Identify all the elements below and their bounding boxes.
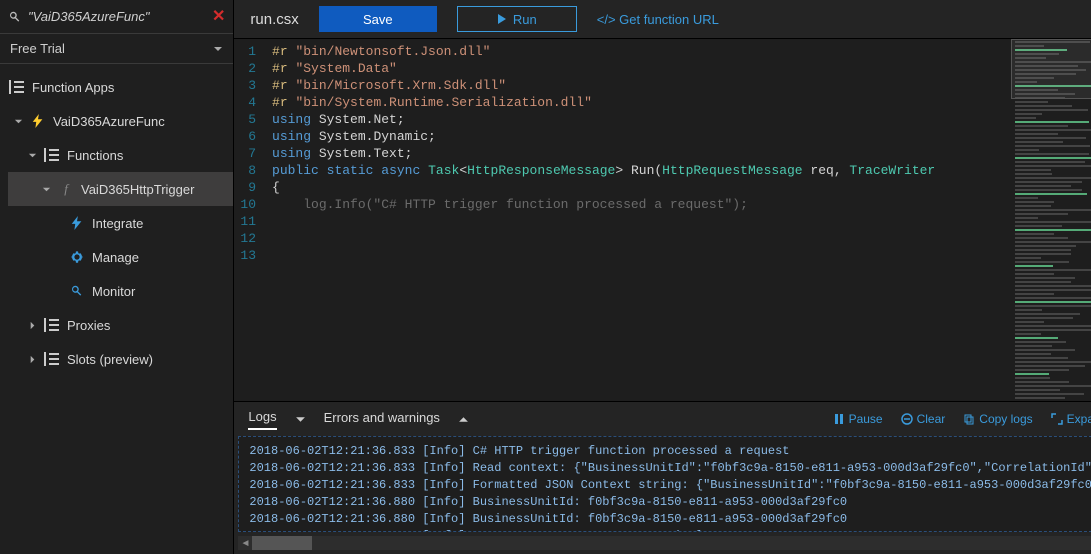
run-label: Run	[513, 12, 537, 27]
function-apps-root[interactable]: Function Apps	[8, 70, 233, 104]
code-editor[interactable]: 12345678910111213 #r "bin/Newtonsoft.Jso…	[234, 38, 1091, 402]
search-icon	[8, 10, 22, 24]
caret-right-icon	[28, 355, 37, 364]
search-input[interactable]	[28, 9, 206, 24]
chevron-down-icon[interactable]	[295, 414, 306, 425]
search-bar: ✕	[0, 0, 233, 34]
slots-label: Slots (preview)	[67, 352, 153, 367]
minimap-viewport[interactable]	[1011, 39, 1091, 99]
pause-button[interactable]: Pause	[833, 412, 883, 426]
copy-icon	[963, 413, 975, 425]
horizontal-scrollbar[interactable]: ◄ ►	[238, 536, 1091, 550]
expand-label: Expand	[1067, 412, 1091, 426]
minimap[interactable]	[1011, 39, 1091, 401]
list-icon	[9, 80, 25, 94]
caret-down-icon	[14, 117, 23, 126]
list-icon	[44, 148, 60, 162]
bolt-icon	[29, 112, 47, 130]
scroll-left-arrow[interactable]: ◄	[238, 536, 252, 550]
logs-toolbar: Logs Errors and warnings Pause Clear Cop…	[234, 402, 1091, 436]
clear-label: Clear	[917, 412, 946, 426]
play-icon	[497, 14, 507, 24]
manage-label: Manage	[92, 250, 139, 265]
caret-right-icon	[28, 321, 37, 330]
errors-tab[interactable]: Errors and warnings	[324, 410, 440, 429]
proxies-label: Proxies	[67, 318, 110, 333]
functions-node[interactable]: Functions	[8, 138, 233, 172]
trigger-node[interactable]: f VaiD365HttpTrigger	[8, 172, 233, 206]
caret-down-icon	[42, 185, 51, 194]
monitor-label: Monitor	[92, 284, 135, 299]
monitor-node[interactable]: Monitor	[8, 274, 233, 308]
logs-tab[interactable]: Logs	[248, 409, 276, 430]
integrate-node[interactable]: Integrate	[8, 206, 233, 240]
bolt-icon	[68, 214, 86, 232]
sidebar: ✕ Free Trial Function Apps VaiD365AzureF…	[0, 0, 234, 554]
line-gutter: 12345678910111213	[234, 39, 266, 401]
save-button[interactable]: Save	[319, 6, 437, 32]
app-node[interactable]: VaiD365AzureFunc	[8, 104, 233, 138]
editor-toolbar: run.csx Save Run </> Get function URL	[234, 0, 1091, 38]
filename-label: run.csx	[250, 11, 298, 28]
subscription-label: Free Trial	[10, 41, 65, 56]
integrate-label: Integrate	[92, 216, 143, 231]
function-tree: Function Apps VaiD365AzureFunc Functions…	[0, 64, 233, 376]
functions-label: Functions	[67, 148, 123, 163]
main-area: run.csx Save Run </> Get function URL 12…	[234, 0, 1091, 554]
subscription-selector[interactable]: Free Trial	[0, 34, 233, 64]
function-apps-label: Function Apps	[32, 80, 114, 95]
scrollbar-thumb[interactable]	[252, 536, 312, 550]
proxies-node[interactable]: Proxies	[8, 308, 233, 342]
chevron-down-icon	[213, 44, 223, 54]
app-label: VaiD365AzureFunc	[53, 114, 165, 129]
code-body[interactable]: #r "bin/Newtonsoft.Json.dll"#r "System.D…	[266, 39, 1011, 401]
list-icon	[44, 318, 60, 332]
pause-icon	[833, 413, 845, 425]
clear-button[interactable]: Clear	[901, 412, 946, 426]
logs-output[interactable]: 2018-06-02T12:21:36.833 [Info] C# HTTP t…	[238, 436, 1091, 532]
manage-node[interactable]: Manage	[8, 240, 233, 274]
caret-down-icon	[28, 151, 37, 160]
copy-logs-button[interactable]: Copy logs	[963, 412, 1032, 426]
list-icon	[44, 352, 60, 366]
slots-node[interactable]: Slots (preview)	[8, 342, 233, 376]
pause-label: Pause	[849, 412, 883, 426]
function-icon: f	[57, 180, 75, 198]
trigger-label: VaiD365HttpTrigger	[81, 182, 194, 197]
expand-icon	[1051, 413, 1063, 425]
search-icon	[68, 282, 86, 300]
expand-button[interactable]: Expand	[1051, 412, 1091, 426]
get-function-url-link[interactable]: </> Get function URL	[597, 12, 719, 27]
run-button[interactable]: Run	[457, 6, 577, 32]
gear-icon	[68, 248, 86, 266]
clear-search-icon[interactable]: ✕	[212, 9, 225, 25]
chevron-up-icon[interactable]	[458, 414, 469, 425]
copy-label: Copy logs	[979, 412, 1032, 426]
clear-icon	[901, 413, 913, 425]
